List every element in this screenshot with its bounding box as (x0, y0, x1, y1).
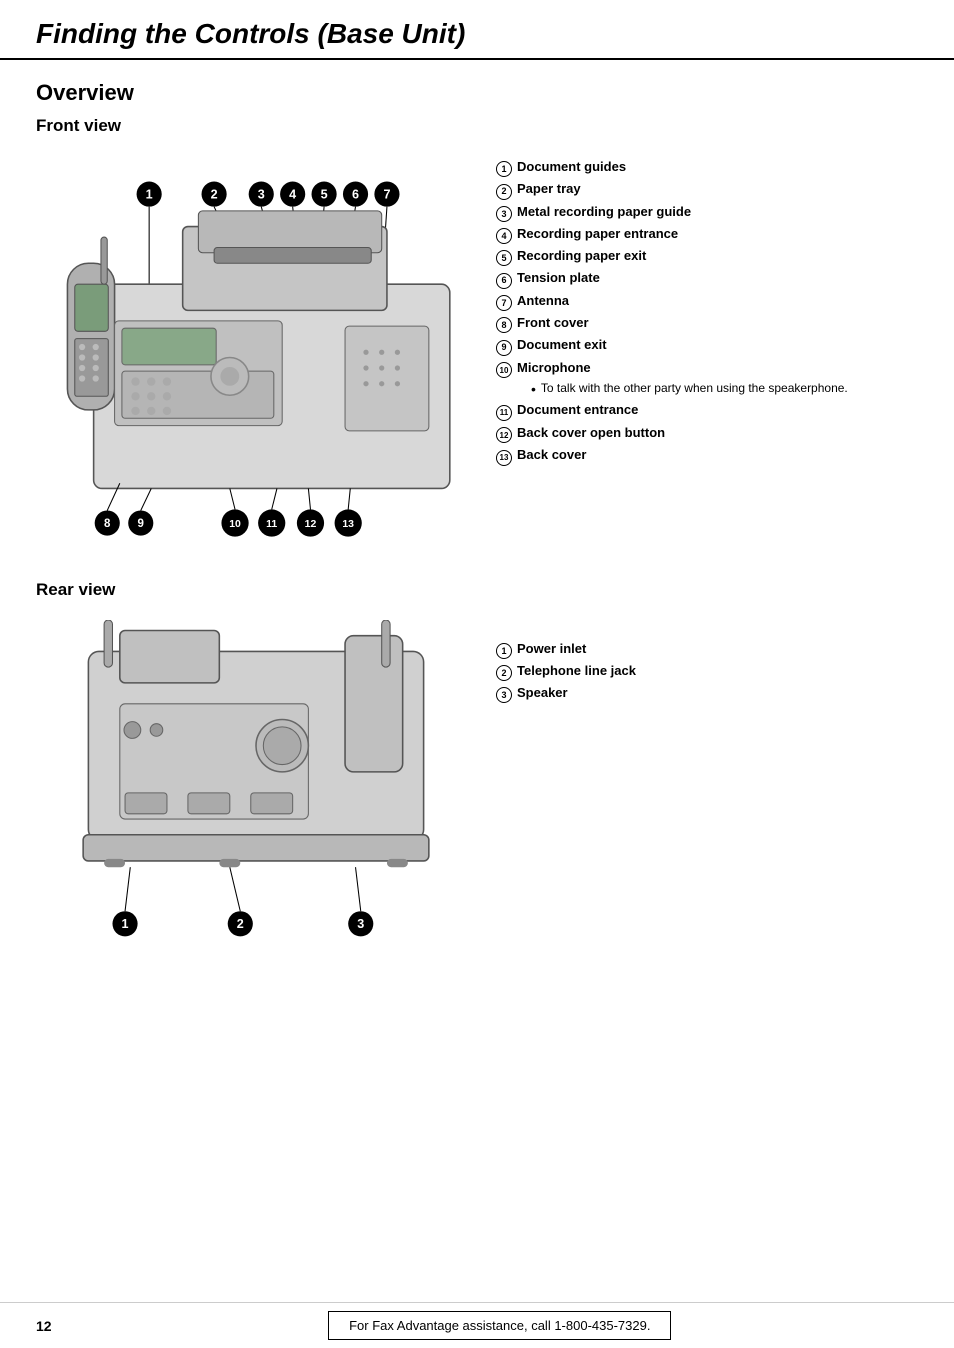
rear-label-text-1: Power inlet (517, 640, 586, 658)
page-title: Finding the Controls (Base Unit) (36, 18, 918, 50)
badge-3: 3 (496, 206, 512, 222)
label-text-3: Metal recording paper guide (517, 203, 691, 221)
label-text-10: Microphone (517, 359, 591, 377)
badge-1: 1 (496, 161, 512, 177)
rear-label-item-2: 2 Telephone line jack (496, 662, 918, 680)
footer-page-number: 12 (36, 1318, 52, 1334)
svg-text:1: 1 (146, 187, 153, 201)
rear-view-section: 1 2 3 1 Power inlet (36, 620, 918, 969)
rear-view-title: Rear view (36, 580, 918, 600)
svg-text:6: 6 (352, 187, 359, 201)
label-text-7: Antenna (517, 292, 569, 310)
badge-6: 6 (496, 273, 512, 289)
badge-2: 2 (496, 184, 512, 200)
label-item-2: 2 Paper tray (496, 180, 918, 198)
label-text-6: Tension plate (517, 269, 600, 287)
rear-badge-2: 2 (496, 665, 512, 681)
svg-text:7: 7 (383, 187, 390, 201)
rear-view-svg: 1 2 3 (36, 620, 476, 966)
rear-badge-3: 3 (496, 687, 512, 703)
badge-9: 9 (496, 340, 512, 356)
label-text-11: Document entrance (517, 401, 638, 419)
label-item-13: 13 Back cover (496, 446, 918, 465)
label-item-11: 11 Document entrance (496, 401, 918, 420)
badge-13: 13 (496, 450, 512, 466)
label-text-9: Document exit (517, 336, 607, 354)
label-item-6: 6 Tension plate (496, 269, 918, 287)
front-view-diagram: 1 2 3 4 5 6 (36, 148, 476, 560)
front-view-svg: 1 2 3 4 5 6 (36, 148, 476, 557)
rear-view-labels: 1 Power inlet 2 Telephone line jack 3 Sp… (476, 620, 918, 707)
svg-text:12: 12 (305, 519, 317, 530)
label-item-3: 3 Metal recording paper guide (496, 203, 918, 221)
svg-text:2: 2 (211, 187, 218, 201)
badge-5: 5 (496, 250, 512, 266)
front-view-title: Front view (36, 116, 918, 136)
front-view-labels: 1 Document guides 2 Paper tray 3 Metal r… (476, 148, 918, 469)
label-item-1: 1 Document guides (496, 158, 918, 176)
svg-text:2: 2 (237, 917, 244, 931)
rear-label-item-3: 3 Speaker (496, 684, 918, 702)
svg-text:3: 3 (357, 917, 364, 931)
label-item-8: 8 Front cover (496, 314, 918, 332)
front-view-section: 1 2 3 4 5 6 (36, 148, 918, 560)
svg-text:4: 4 (289, 187, 296, 201)
rear-label-text-2: Telephone line jack (517, 662, 636, 680)
page-container: Finding the Controls (Base Unit) Overvie… (0, 0, 954, 1348)
main-content: Overview Front view 1 2 3 (0, 70, 954, 1028)
label-text-5: Recording paper exit (517, 247, 646, 265)
badge-4: 4 (496, 228, 512, 244)
label-sub-10: To talk with the other party when using … (531, 381, 918, 398)
footer-assistance-text: For Fax Advantage assistance, call 1-800… (349, 1318, 650, 1333)
rear-label-text-3: Speaker (517, 684, 568, 702)
badge-8: 8 (496, 317, 512, 333)
badge-10: 10 (496, 362, 512, 378)
svg-text:10: 10 (229, 519, 241, 530)
svg-text:1: 1 (122, 917, 129, 931)
svg-text:3: 3 (258, 187, 265, 201)
label-text-12: Back cover open button (517, 424, 665, 442)
svg-text:11: 11 (266, 519, 277, 530)
rear-badge-1: 1 (496, 643, 512, 659)
label-item-9: 9 Document exit (496, 336, 918, 354)
badge-7: 7 (496, 295, 512, 311)
label-item-4: 4 Recording paper entrance (496, 225, 918, 243)
label-item-5: 5 Recording paper exit (496, 247, 918, 265)
overview-title: Overview (36, 80, 918, 106)
label-item-10: 10 Microphone (496, 359, 918, 378)
svg-text:8: 8 (104, 518, 111, 530)
label-item-7: 7 Antenna (496, 292, 918, 310)
label-text-4: Recording paper entrance (517, 225, 678, 243)
label-text-1: Document guides (517, 158, 626, 176)
footer-assistance-box: For Fax Advantage assistance, call 1-800… (328, 1311, 671, 1340)
label-text-8: Front cover (517, 314, 589, 332)
badge-11: 11 (496, 405, 512, 421)
svg-text:13: 13 (342, 519, 354, 530)
label-text-2: Paper tray (517, 180, 581, 198)
label-text-13: Back cover (517, 446, 586, 464)
badge-12: 12 (496, 427, 512, 443)
svg-text:9: 9 (138, 518, 144, 530)
page-header: Finding the Controls (Base Unit) (0, 0, 954, 60)
page-footer: 12 For Fax Advantage assistance, call 1-… (0, 1302, 954, 1348)
label-item-12: 12 Back cover open button (496, 424, 918, 443)
rear-view-diagram: 1 2 3 (36, 620, 476, 969)
rear-label-item-1: 1 Power inlet (496, 640, 918, 658)
svg-text:5: 5 (321, 187, 328, 201)
